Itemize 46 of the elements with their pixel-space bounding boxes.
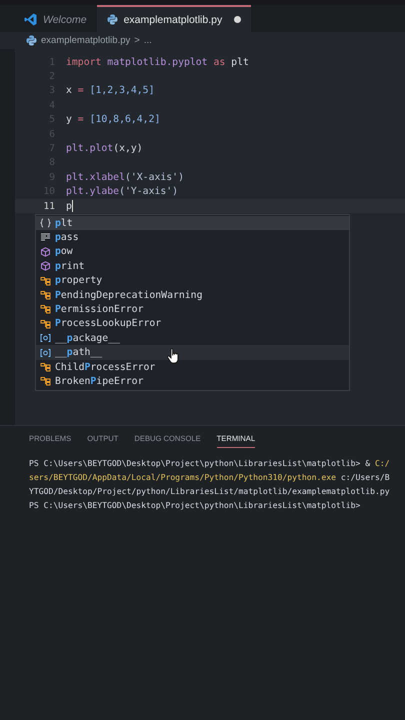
hand-pointer-icon [167, 348, 180, 364]
variable-icon [40, 348, 51, 358]
breadcrumb-more[interactable]: ... [144, 35, 152, 46]
suggestion-item[interactable]: __package__ [36, 331, 349, 346]
code-line: y = [10,8,6,4,2] [65, 114, 160, 126]
code-editor-icon [24, 13, 37, 26]
cube-icon [40, 246, 51, 257]
terminal-line: PS C:\Users\BEYTGOD\Desktop\Project\python\LibrariesList\matplotlib> & C:/ [29, 457, 391, 470]
keyword-icon [40, 232, 51, 242]
suggestion-item[interactable]: PendingDeprecationWarning [36, 288, 349, 302]
suggestion-item[interactable]: pow [36, 244, 349, 260]
editor-tab[interactable]: Welcome [14, 5, 97, 32]
python-file-icon [106, 14, 118, 25]
class-icon [40, 290, 51, 300]
suggestion-item[interactable]: BrokenPipeError [36, 374, 349, 389]
suggestion-item[interactable]: P rocessLookupError [36, 316, 349, 332]
class-icon [40, 304, 51, 314]
suggestion-item[interactable]: p roperty [36, 273, 349, 288]
code-line: plt.xlabel('X-axis') [65, 172, 184, 183]
suggestion-item[interactable]: pass [36, 230, 349, 245]
suggestion-item[interactable]: __path__ [36, 345, 349, 360]
suggestion-item[interactable]: p rint [36, 259, 349, 274]
suggestion-item[interactable]: PermissionError [36, 302, 349, 317]
class-icon [40, 376, 51, 386]
braces-icon [40, 218, 51, 228]
cube-icon [40, 261, 51, 272]
line-number: 11 [42, 200, 56, 212]
text-cursor [72, 200, 73, 212]
terminal-line: YTGOD/Desktop/Project/python/LibrariesList/matplotlib/examplematplotlib.py [29, 485, 391, 498]
class-icon [40, 276, 51, 286]
class-icon [40, 318, 51, 329]
terminal-line: PS C:\Users\BEYTGOD\Desktop\Project\python\LibrariesList\matplotlib> [29, 499, 362, 512]
code-line: x = [1,2,3,4,5] [65, 85, 154, 96]
suggestion-item[interactable]: plt [36, 216, 349, 230]
code-line: p [65, 200, 72, 212]
code-line: plt.ylabe('Y-axis') [65, 186, 178, 198]
python-file-icon [26, 35, 37, 46]
code-line: plt.plot(x,y) [65, 143, 143, 154]
code-line: import matplotlib.pyplot as plt [65, 56, 249, 68]
breadcrumb-file[interactable]: examplematplotlib.py [41, 35, 130, 46]
class-icon [40, 362, 51, 372]
breadcrumb-separator: > [134, 35, 140, 46]
variable-icon [40, 333, 51, 344]
editor-tab[interactable]: examplematplotlib.py [96, 5, 252, 32]
suggestion-item[interactable]: ChildP rocessError [36, 360, 349, 374]
terminal-line: sers/BEYTGOD/AppData/Local/Programs/Python/Python310/python.exe c:/Users/B [29, 471, 391, 484]
